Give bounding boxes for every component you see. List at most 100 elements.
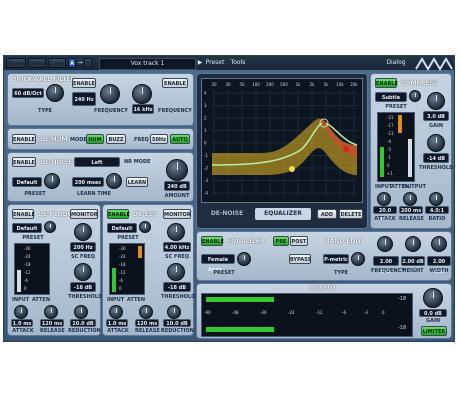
dehum-enable-button[interactable]: ENABLE [12,134,36,144]
tab-equalizer[interactable]: EQUALIZER [255,208,311,220]
eq-band-point-1[interactable] [322,121,326,125]
equalizer-post-button[interactable]: POST [290,236,308,246]
undo-button[interactable]: Undo [28,58,46,68]
copy-button[interactable]: Copy [48,58,66,68]
eq-graph[interactable]: 20 30 50 100 200 500 1k 2k 5k 10k 20k 4 3 2 1 0 -1 -2 -3 -4 [201,78,363,203]
deplode-release-value[interactable]: 120 ms [40,319,64,327]
deplode-sc-freq-knob[interactable] [74,223,92,241]
deplode-reduction-knob[interactable] [74,305,88,319]
compress-enable-button[interactable]: ENABLE [375,78,398,88]
deplode-release-knob[interactable] [44,305,58,319]
dehum-auto-button[interactable]: AUTO [170,134,190,144]
compress-gain-knob[interactable] [427,92,445,110]
eq-band-point-2[interactable] [343,146,349,152]
deess-threshold-value[interactable]: -18 dB [163,282,191,292]
deess-attack-value[interactable]: 1.0 ms [106,319,128,327]
brickwall-low-freq-value[interactable]: 240 Hz [72,92,96,106]
tab-denoise[interactable]: DE-NOISE [201,208,253,220]
denoise-channel-select[interactable]: Left [74,157,120,167]
output-gain-value[interactable]: 0.0 dB [419,309,447,317]
tools-menu[interactable]: Tools [228,58,248,68]
deess-sc-freq-value[interactable]: 4.00 kHz [163,242,191,252]
compress-attack-knob[interactable] [377,192,391,206]
deess-enable-button[interactable]: ENABLE [107,209,130,219]
denoise-preset-knob[interactable] [44,173,60,189]
compress-threshold-knob[interactable] [427,134,445,152]
dehum-buzz-button[interactable]: BUZZ [106,134,126,144]
deplode-reduction-value[interactable]: 10.0 dB [70,319,96,327]
equalizer-preset-knob[interactable] [237,252,251,266]
denoise-preset-select[interactable]: Default [12,177,42,187]
denoise-enable-button[interactable]: ENABLE [12,157,36,167]
preset-name-display[interactable]: Vox track 1 [99,58,196,70]
deplode-attack-knob[interactable] [14,305,28,319]
eq-add-button[interactable]: ADD [317,209,337,219]
compress-preset-knob[interactable] [409,90,421,102]
equalizer-width-value[interactable]: 2.00 Oct [427,256,451,275]
brickwall-type-value[interactable]: 60 dB/Oct [12,88,44,98]
denoise-amount-value[interactable]: 240 dB [164,181,190,191]
deplode-threshold-knob[interactable] [74,263,92,281]
setup-a-button[interactable]: A [68,58,76,68]
deplode-threshold-value[interactable]: -18 dB [70,282,96,292]
brickwall-low-freq-knob[interactable] [100,84,120,104]
compress-ratio-value[interactable]: 4.0:1 [425,206,449,214]
deess-monitor-button[interactable]: MONITOR [163,209,191,219]
equalizer-preset-select[interactable]: Female Anno... [201,254,235,273]
equalizer-pre-button[interactable]: PRE [273,236,289,246]
compress-release-knob[interactable] [403,192,417,206]
equalizer-type-select[interactable]: P-metric [323,254,349,264]
dehum-50hz-button[interactable]: 50Hz [150,134,168,144]
compress-preset-select[interactable]: Subtle Vox [375,92,407,111]
denoise-learn-time-value[interactable]: 200 msec [72,177,104,187]
deplode-preset-knob[interactable] [44,221,56,233]
equalizer-bypass-button[interactable]: BYPASS [289,254,311,264]
equalizer-type-knob[interactable] [351,252,365,266]
denoise-learn-button[interactable]: LEARN [126,177,148,187]
output-limiter-button[interactable]: LIMITER [421,326,447,336]
deess-attack-knob[interactable] [109,305,123,319]
eq-delete-button[interactable]: DELETE [339,209,363,219]
equalizer-frequency-knob[interactable] [377,236,393,252]
deess-reduction-knob[interactable] [167,305,181,319]
brickwall-high-freq-value[interactable]: 16 kHz [132,104,154,114]
equalizer-frequency-value[interactable]: 2.00 kHz [373,256,399,275]
equalizer-height-value[interactable]: 2.00 dB [401,256,425,266]
deess-threshold-knob[interactable] [167,263,185,281]
deess-release-value[interactable]: 120 ms [135,319,159,327]
compress-threshold-value[interactable]: -14 dB [423,153,449,163]
preset-menu[interactable]: Preset [204,58,226,68]
equalizer-width-knob[interactable] [431,236,447,252]
deess-reduction-value[interactable]: 10.0 dB [163,319,191,327]
deplode-sc-freq-value[interactable]: 200 Hz [70,242,96,252]
denoise-learn-time-knob[interactable] [106,173,122,189]
output-gain-knob[interactable] [423,288,443,308]
dehum-hum-button[interactable]: HUM [86,134,104,144]
brickwall-high-freq-knob[interactable] [132,84,152,104]
brickwall-type-knob[interactable] [46,84,64,102]
deess-preset-knob[interactable] [139,221,151,233]
equalizer-height-knob[interactable] [405,236,421,252]
equalizer-enable-button[interactable]: ENABLE [201,236,224,246]
compress-gain-value[interactable]: 3.0 dB [423,111,449,121]
compress-ratio-knob[interactable] [429,192,443,206]
output-scale-1: -48 [232,310,239,315]
eq-band-point-3[interactable] [289,166,295,172]
preset-next-icon[interactable]: ▶ [196,58,204,68]
deess-preset-select[interactable]: Default [107,223,137,233]
compress-attack-value[interactable]: 20.0 ms [373,206,397,222]
deplode-enable-button[interactable]: ENABLE [12,209,35,219]
eq-curve-svg[interactable]: 20 30 50 100 200 500 1k 2k 5k 10k 20k 4 3 2 1 0 -1 -2 -3 -4 [202,79,362,202]
deplode-preset-select[interactable]: Default [12,223,42,233]
brickwall-enable-high-button[interactable]: ENABLE [162,78,188,88]
deess-sc-freq-knob[interactable] [167,223,185,241]
deplode-monitor-button[interactable]: MONITOR [70,209,98,219]
setup-b-button[interactable]: B [84,58,92,68]
deess-release-knob[interactable] [139,305,153,319]
compress-release-value[interactable]: 200 ms [399,206,423,214]
deplode-attack-value[interactable]: 1.0 ms [11,319,33,327]
a-to-b-arrow[interactable]: → [76,58,84,68]
brickwall-enable-low-button[interactable]: ENABLE [72,78,96,88]
bypass-button[interactable]: Bypass [6,58,27,68]
denoise-amount-knob[interactable] [166,159,188,181]
